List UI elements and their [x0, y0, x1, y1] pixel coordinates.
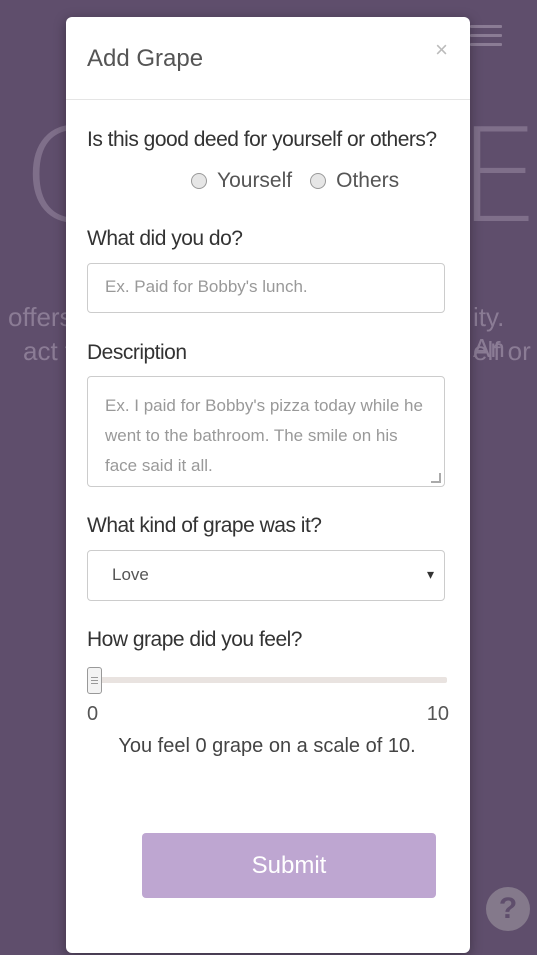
radio-yourself-label[interactable]: Yourself	[217, 169, 292, 193]
feel-value-text: You feel 0 grape on a scale of 10.	[118, 735, 416, 757]
add-grape-modal: Add Grape × Is this good deed for yourse…	[66, 17, 470, 953]
chevron-down-icon: ▾	[426, 566, 434, 582]
slider-min-label: 0	[87, 703, 99, 725]
description-label: Description	[87, 341, 187, 364]
hamburger-menu-icon[interactable]	[470, 25, 502, 52]
resize-handle-icon[interactable]	[431, 473, 441, 483]
description-textarea[interactable]: Ex. I paid for Bobby's pizza today while…	[87, 376, 445, 487]
slider-max-label: 10	[426, 703, 449, 725]
modal-title: Add Grape	[87, 45, 204, 72]
submit-button[interactable]: Submit	[142, 833, 436, 898]
what-did-you-do-label: What did you do?	[87, 227, 243, 250]
help-icon[interactable]: ?	[486, 887, 530, 931]
radio-others-label[interactable]: Others	[336, 169, 399, 193]
grape-kind-select[interactable]: Love ▾	[87, 550, 445, 601]
radio-others[interactable]	[310, 173, 327, 189]
modal-header: Add Grape ×	[66, 17, 470, 100]
close-icon[interactable]: ×	[435, 37, 448, 63]
radio-yourself[interactable]	[191, 173, 207, 189]
what-did-you-do-input[interactable]: Ex. Paid for Bobby's lunch.	[87, 263, 445, 313]
background-text-line1-left: offers	[8, 302, 73, 332]
description-placeholder: Ex. I paid for Bobby's pizza today while…	[105, 396, 423, 475]
feel-label: How grape did you feel?	[87, 628, 302, 651]
background-text-line2-right: elf or	[473, 336, 531, 366]
feel-slider-handle[interactable]	[87, 667, 102, 694]
feel-slider-track[interactable]	[87, 677, 447, 683]
background-text-line2-left: act t	[23, 336, 73, 366]
grape-kind-selected-value: Love	[112, 565, 149, 584]
target-radio-group: Yourself Others	[191, 169, 417, 193]
target-question-label: Is this good deed for yourself or others…	[87, 128, 437, 151]
grape-kind-label: What kind of grape was it?	[87, 514, 322, 537]
